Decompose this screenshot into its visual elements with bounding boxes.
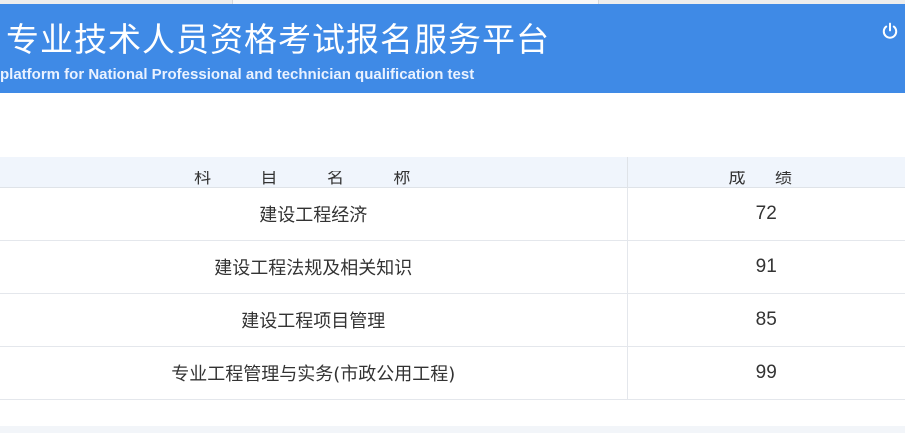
platform-subtitle: platform for National Professional and t… bbox=[0, 66, 475, 83]
subject-cell: 建设工程经济 bbox=[0, 187, 627, 241]
score-page: 专业技术人员资格考试报名服务平台 platform for National P… bbox=[0, 0, 905, 433]
header-banner: 专业技术人员资格考试报名服务平台 platform for National P… bbox=[0, 4, 905, 93]
score-cell: 91 bbox=[626, 240, 905, 294]
score-cell: 72 bbox=[626, 187, 905, 241]
power-icon[interactable] bbox=[881, 22, 899, 40]
table-row: 专业工程管理与实务(市政公用工程) 99 bbox=[0, 346, 905, 400]
column-header-score: 成 绩 bbox=[626, 157, 905, 188]
score-cell: 85 bbox=[626, 293, 905, 347]
bottom-strip bbox=[0, 426, 905, 433]
column-header-subject: 科 目 名 称 bbox=[0, 157, 627, 188]
score-cell: 99 bbox=[626, 346, 905, 400]
score-table: 科 目 名 称 成 绩 建设工程经济 72 建设工程法规及相关知识 91 建设工… bbox=[0, 157, 905, 400]
table-row: 建设工程法规及相关知识 91 bbox=[0, 240, 905, 294]
subject-cell: 专业工程管理与实务(市政公用工程) bbox=[0, 346, 627, 400]
table-header-row: 科 目 名 称 成 绩 bbox=[0, 157, 905, 188]
subject-cell: 建设工程法规及相关知识 bbox=[0, 240, 627, 294]
platform-title: 专业技术人员资格考试报名服务平台 bbox=[6, 20, 550, 59]
table-row: 建设工程项目管理 85 bbox=[0, 293, 905, 347]
table-row: 建设工程经济 72 bbox=[0, 187, 905, 241]
subject-cell: 建设工程项目管理 bbox=[0, 293, 627, 347]
